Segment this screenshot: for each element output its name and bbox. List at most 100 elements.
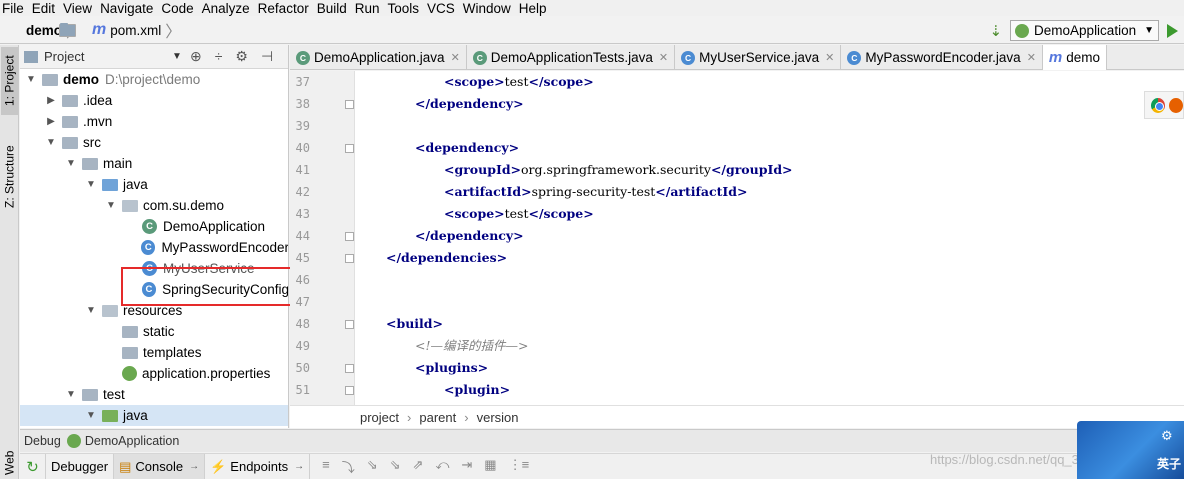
chevron-down-icon: ▼ bbox=[1144, 25, 1154, 36]
menu-item-view[interactable]: View bbox=[59, 1, 96, 16]
fold-marker-icon[interactable] bbox=[345, 232, 354, 241]
nav-crumb-file[interactable]: m pom.xml 〉 bbox=[88, 18, 187, 42]
fold-marker-icon[interactable] bbox=[345, 386, 354, 395]
drop-frame-icon[interactable]: ⤺ bbox=[435, 457, 449, 476]
gear-icon[interactable]: ⚙ bbox=[235, 48, 248, 65]
breadcrumb-item-version[interactable]: version bbox=[477, 410, 519, 425]
debug-config-label[interactable]: DemoApplication bbox=[85, 434, 180, 448]
show-execution-point-icon[interactable]: ≡ bbox=[322, 457, 330, 476]
tree-item-demoapplication[interactable]: ▶CDemoApplication bbox=[20, 216, 288, 237]
scroll-from-source-icon[interactable]: ⊕ bbox=[190, 48, 202, 65]
step-over-icon[interactable]: ⤵ bbox=[342, 457, 355, 476]
pin-icon[interactable]: → bbox=[294, 461, 304, 472]
menu-item-build[interactable]: Build bbox=[313, 1, 351, 16]
menu-item-tools[interactable]: Tools bbox=[384, 1, 424, 16]
run-icon[interactable] bbox=[1167, 23, 1178, 38]
tree-item-mypasswordencoder[interactable]: ▶CMyPasswordEncoder bbox=[20, 237, 288, 258]
tool-tab-project[interactable]: 1: Project bbox=[1, 47, 18, 115]
tree-item-java[interactable]: ▼ java bbox=[20, 174, 288, 195]
code-editor[interactable]: 37 38 39 40 41 42 43 44 45 46 47 48 49 50 51 <scope>te… bbox=[290, 71, 1184, 405]
chevron-down-icon[interactable]: ▼ bbox=[64, 389, 78, 400]
build-arrow-icon[interactable]: ⇣ bbox=[989, 22, 1002, 40]
menu-item-analyze[interactable]: Analyze bbox=[198, 1, 254, 16]
breadcrumb-item-parent[interactable]: parent bbox=[419, 410, 456, 425]
close-icon[interactable]: ✕ bbox=[1027, 51, 1036, 64]
line-number: 40 bbox=[295, 141, 310, 155]
fold-marker-icon[interactable] bbox=[345, 320, 354, 329]
firefox-icon[interactable] bbox=[1169, 97, 1183, 113]
chevron-down-icon[interactable]: ▼ bbox=[84, 179, 98, 190]
rerun-icon[interactable]: ↻ bbox=[20, 453, 46, 479]
menu-item-vcs[interactable]: VCS bbox=[423, 1, 459, 16]
chevron-down-icon[interactable]: ▼ bbox=[44, 137, 58, 148]
editor-tab-myuserservice-java[interactable]: C MyUserService.java ✕ bbox=[675, 45, 842, 70]
line-number: 39 bbox=[295, 119, 310, 133]
chevron-down-icon[interactable]: ▼ bbox=[84, 305, 98, 316]
chevron-right-icon[interactable]: ▶ bbox=[44, 116, 58, 127]
tool-tab-web[interactable]: Web bbox=[1, 447, 18, 479]
chevron-right-icon[interactable]: ▶ bbox=[44, 95, 58, 106]
menu-item-edit[interactable]: Edit bbox=[28, 1, 59, 16]
menu-item-file[interactable]: File bbox=[0, 1, 28, 16]
trace-icon[interactable]: ⋮≡ bbox=[509, 457, 530, 476]
tree-item-java[interactable]: ▼ java bbox=[20, 405, 288, 426]
evaluate-icon[interactable]: ▦ bbox=[484, 457, 496, 476]
menu-item-help[interactable]: Help bbox=[515, 1, 551, 16]
tool-tab-structure[interactable]: Z: Structure bbox=[1, 137, 18, 217]
code-line: <build> bbox=[386, 313, 443, 335]
fold-marker-icon[interactable] bbox=[345, 144, 354, 153]
step-into-icon[interactable]: ⇘ bbox=[367, 457, 378, 476]
chevron-down-icon[interactable]: ▼ bbox=[64, 158, 78, 169]
project-panel-title[interactable]: Project bbox=[44, 49, 84, 64]
chevron-down-icon[interactable]: ▼ bbox=[24, 74, 38, 85]
menu-item-refactor[interactable]: Refactor bbox=[254, 1, 313, 16]
tab-console[interactable]: ▤ Console → bbox=[114, 453, 206, 479]
pin-icon[interactable]: → bbox=[189, 461, 199, 472]
tree-item-demo[interactable]: ▼ demo D:\project\demo bbox=[20, 69, 288, 90]
editor-tab-demoapplication-java[interactable]: C DemoApplication.java ✕ bbox=[290, 45, 467, 70]
fold-marker-icon[interactable] bbox=[345, 254, 354, 263]
tree-item-com-su-demo[interactable]: ▼ com.su.demo bbox=[20, 195, 288, 216]
editor-tab-demo[interactable]: m demo bbox=[1042, 45, 1108, 70]
tab-endpoints[interactable]: ⚡ Endpoints → bbox=[205, 453, 311, 479]
browser-popup bbox=[1144, 91, 1184, 119]
xml-tag: <plugin> bbox=[444, 382, 511, 397]
nav-crumb-project[interactable]: demo 〉 bbox=[0, 18, 88, 42]
editor-tab-label: demo bbox=[1066, 50, 1101, 65]
fold-marker-icon[interactable] bbox=[345, 364, 354, 373]
run-config-select[interactable]: DemoApplication ▼ bbox=[1010, 20, 1159, 41]
chrome-icon[interactable] bbox=[1151, 97, 1165, 113]
editor-tab-demoapplicationtests-java[interactable]: C DemoApplicationTests.java ✕ bbox=[467, 45, 676, 70]
hide-icon[interactable]: ⊣ bbox=[261, 48, 273, 65]
tree-item--idea[interactable]: ▶ .idea bbox=[20, 90, 288, 111]
menu-item-run[interactable]: Run bbox=[351, 1, 384, 16]
fold-marker-icon[interactable] bbox=[345, 100, 354, 109]
folder-icon bbox=[59, 22, 76, 37]
chevron-down-icon[interactable]: ▼ bbox=[172, 51, 182, 62]
line-number: 46 bbox=[295, 273, 310, 287]
editor-tab-mypasswordencoder-java[interactable]: C MyPasswordEncoder.java ✕ bbox=[841, 45, 1043, 70]
menu-item-window[interactable]: Window bbox=[459, 1, 515, 16]
step-out-icon[interactable]: ⇗ bbox=[413, 457, 424, 476]
tree-item--mvn[interactable]: ▶ .mvn bbox=[20, 111, 288, 132]
chevron-down-icon[interactable]: ▼ bbox=[84, 410, 98, 421]
menu-item-navigate[interactable]: Navigate bbox=[96, 1, 157, 16]
collapse-icon[interactable]: ÷ bbox=[215, 48, 223, 65]
corner-widget[interactable]: ⚙ 英子 bbox=[1077, 421, 1184, 479]
menu-item-code[interactable]: Code bbox=[157, 1, 197, 16]
close-icon[interactable]: ✕ bbox=[825, 51, 834, 64]
tree-item-templates[interactable]: ▶templates bbox=[20, 342, 288, 363]
tree-item-static[interactable]: ▶static bbox=[20, 321, 288, 342]
close-icon[interactable]: ✕ bbox=[451, 51, 460, 64]
chevron-down-icon[interactable]: ▼ bbox=[104, 200, 118, 211]
tree-item-src[interactable]: ▼ src bbox=[20, 132, 288, 153]
tree-item-main[interactable]: ▼ main bbox=[20, 153, 288, 174]
force-step-into-icon[interactable]: ⇘ bbox=[390, 457, 401, 476]
breadcrumb-item-project[interactable]: project bbox=[360, 410, 399, 425]
tab-debugger[interactable]: Debugger bbox=[46, 453, 115, 479]
code-area[interactable]: <scope>test</scope> </dependency> <depende… bbox=[356, 71, 1184, 405]
tree-item-test[interactable]: ▼ test bbox=[20, 384, 288, 405]
tree-item-application-properties[interactable]: ▶application.properties bbox=[20, 363, 288, 384]
close-icon[interactable]: ✕ bbox=[659, 51, 668, 64]
run-to-cursor-icon[interactable]: ⇥ bbox=[461, 457, 472, 476]
